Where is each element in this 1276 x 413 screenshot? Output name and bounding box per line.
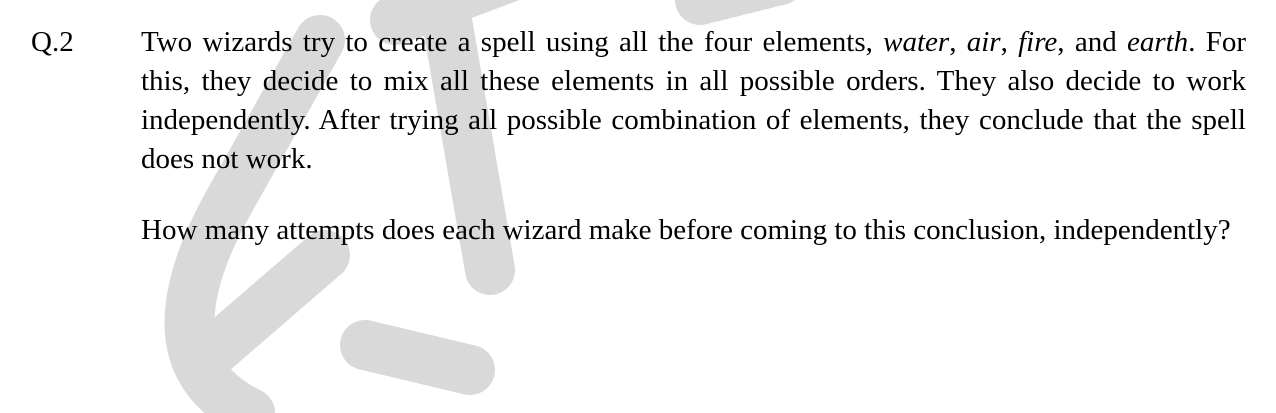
para1-text-4: , and	[1057, 26, 1127, 58]
element-fire: fire	[1018, 26, 1058, 58]
para1-text-2: ,	[949, 26, 967, 58]
question-number: Q.2	[31, 26, 74, 58]
question-body: Two wizards try to create a spell using …	[141, 23, 1246, 250]
question-paragraph-1: Two wizards try to create a spell using …	[141, 23, 1246, 179]
para1-text-3: ,	[1000, 26, 1019, 58]
para1-text-1: Two wizards try to create a spell using …	[141, 26, 884, 58]
question-block: Q.2 Two wizards try to create a spell us…	[0, 0, 1276, 413]
question-paragraph-2: How many attempts does each wizard make …	[141, 214, 1231, 246]
element-earth: earth	[1126, 26, 1189, 58]
element-water: water	[883, 26, 950, 58]
element-air: air	[966, 26, 1001, 58]
